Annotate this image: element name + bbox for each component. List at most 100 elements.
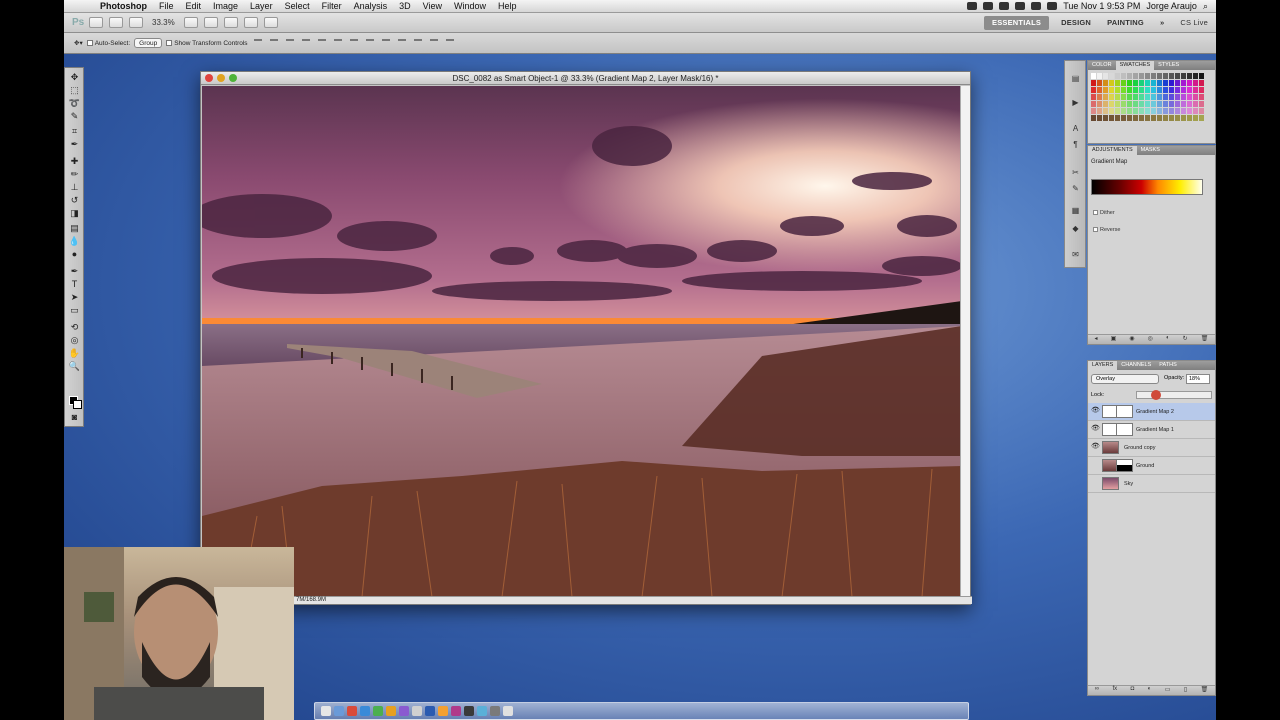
auto-select-dropdown[interactable]: Group xyxy=(134,38,163,48)
swatch-cell[interactable] xyxy=(1163,80,1168,86)
swatch-cell[interactable] xyxy=(1103,101,1108,107)
swatch-cell[interactable] xyxy=(1199,80,1204,86)
crop-tool-icon[interactable]: ⌗ xyxy=(68,126,81,137)
layer-row-ground-copy[interactable]: 👁 Ground copy xyxy=(1088,439,1215,457)
eraser-tool-icon[interactable]: ◨ xyxy=(68,208,81,219)
mail-icon[interactable] xyxy=(347,706,357,716)
swatch-cell[interactable] xyxy=(1199,108,1204,114)
swatch-cell[interactable] xyxy=(1163,101,1168,107)
indesign-icon[interactable] xyxy=(451,706,461,716)
swatch-cell[interactable] xyxy=(1115,87,1120,93)
dashboard-icon[interactable] xyxy=(334,706,344,716)
swatch-cell[interactable] xyxy=(1091,73,1096,79)
swatch-cell[interactable] xyxy=(1181,101,1186,107)
swatch-cell[interactable] xyxy=(1175,73,1180,79)
3d-panel-icon[interactable]: ◆ xyxy=(1069,223,1082,234)
swatch-cell[interactable] xyxy=(1163,73,1168,79)
tab-adjustments[interactable]: ADJUSTMENTS xyxy=(1088,146,1137,155)
swatch-cell[interactable] xyxy=(1133,73,1138,79)
swatch-cell[interactable] xyxy=(1187,115,1192,121)
clip-layer-icon[interactable]: ◉ xyxy=(1129,335,1134,344)
layer-name[interactable]: Gradient Map 2 xyxy=(1136,403,1174,421)
swatch-cell[interactable] xyxy=(1181,115,1186,121)
swatch-cell[interactable] xyxy=(1121,87,1126,93)
swatch-cell[interactable] xyxy=(1169,101,1174,107)
swatch-cell[interactable] xyxy=(1151,94,1156,100)
view-previous-icon[interactable]: ◐ xyxy=(1166,335,1170,344)
swatch-cell[interactable] xyxy=(1193,115,1198,121)
swatch-cell[interactable] xyxy=(1157,94,1162,100)
firefox-icon[interactable] xyxy=(386,706,396,716)
image-canvas[interactable] xyxy=(202,86,962,597)
3d-rotate-tool-icon[interactable]: ⟲ xyxy=(68,322,81,333)
wifi-icon[interactable] xyxy=(1015,2,1026,10)
swatch-cell[interactable] xyxy=(1181,80,1186,86)
swatch-cell[interactable] xyxy=(1169,115,1174,121)
layer-row-ground[interactable]: Ground xyxy=(1088,457,1215,475)
swatch-cell[interactable] xyxy=(1145,94,1150,100)
move-tool-icon[interactable]: ✥ xyxy=(68,72,81,83)
swatch-cell[interactable] xyxy=(1091,94,1096,100)
swatch-cell[interactable] xyxy=(1175,94,1180,100)
volume-icon[interactable] xyxy=(1031,2,1042,10)
swatch-cell[interactable] xyxy=(1133,87,1138,93)
swatch-cell[interactable] xyxy=(1109,80,1114,86)
new-group-icon[interactable]: ▭ xyxy=(1165,686,1171,695)
tab-swatches[interactable]: SWATCHES xyxy=(1115,61,1155,70)
history-panel-icon[interactable]: ▤ xyxy=(1069,73,1082,84)
opacity-slider[interactable] xyxy=(1136,390,1212,400)
quick-select-tool-icon[interactable]: ✎ xyxy=(68,111,81,122)
swatch-cell[interactable] xyxy=(1139,73,1144,79)
swatch-cell[interactable] xyxy=(1127,73,1132,79)
history-brush-tool-icon[interactable]: ↺ xyxy=(68,195,81,206)
swatch-cell[interactable] xyxy=(1187,73,1192,79)
swatch-cell[interactable] xyxy=(1169,108,1174,114)
character-panel-icon[interactable]: A xyxy=(1069,123,1082,134)
swatch-cell[interactable] xyxy=(1127,108,1132,114)
swatch-cell[interactable] xyxy=(1199,73,1204,79)
visibility-eye-icon[interactable]: 👁 xyxy=(1091,425,1100,433)
toggle-visibility-icon[interactable]: ◎ xyxy=(1148,335,1153,344)
return-to-list-icon[interactable]: ◂ xyxy=(1095,335,1098,344)
notes-panel-icon[interactable]: ✉ xyxy=(1069,249,1082,260)
show-transform-checkbox[interactable]: Show Transform Controls xyxy=(166,40,248,47)
swatch-cell[interactable] xyxy=(1091,101,1096,107)
swatch-cell[interactable] xyxy=(1133,80,1138,86)
swatch-cell[interactable] xyxy=(1103,87,1108,93)
swatch-cell[interactable] xyxy=(1193,94,1198,100)
layer-name[interactable]: Sky xyxy=(1124,475,1133,493)
swatch-cell[interactable] xyxy=(1193,73,1198,79)
move-tool-icon[interactable]: ✥▾ xyxy=(74,39,83,47)
swatch-cell[interactable] xyxy=(1133,108,1138,114)
swatch-cell[interactable] xyxy=(1091,115,1096,121)
swatch-cell[interactable] xyxy=(1181,73,1186,79)
swatch-cell[interactable] xyxy=(1157,73,1162,79)
minimize-icon[interactable] xyxy=(217,74,225,82)
align-top-icon[interactable] xyxy=(253,39,262,47)
swatch-cell[interactable] xyxy=(1199,115,1204,121)
swatch-cell[interactable] xyxy=(1127,115,1132,121)
lasso-tool-icon[interactable]: ➰ xyxy=(68,98,81,109)
zoom-level[interactable]: 33.3% xyxy=(152,18,175,27)
swatch-cell[interactable] xyxy=(1151,80,1156,86)
swatch-cell[interactable] xyxy=(1115,101,1120,107)
path-selection-tool-icon[interactable]: ➤ xyxy=(68,292,81,303)
eyedropper-tool-icon[interactable]: ✒ xyxy=(68,139,81,150)
layer-row-gradient-map-1[interactable]: 👁 Gradient Map 1 xyxy=(1088,421,1215,439)
delete-adjustment-icon[interactable]: 🗑 xyxy=(1201,335,1209,344)
more-workspaces-button[interactable]: » xyxy=(1152,18,1172,27)
marquee-tool-icon[interactable]: ⬚ xyxy=(68,85,81,96)
swatch-cell[interactable] xyxy=(1133,101,1138,107)
menu-3d[interactable]: 3D xyxy=(393,1,417,11)
menu-image[interactable]: Image xyxy=(207,1,244,11)
swatch-cell[interactable] xyxy=(1121,94,1126,100)
workspace-design[interactable]: DESIGN xyxy=(1053,18,1099,27)
swatch-cell[interactable] xyxy=(1115,94,1120,100)
mask-thumbnail[interactable] xyxy=(1116,459,1133,472)
camera-icon[interactable] xyxy=(967,2,978,10)
clone-stamp-tool-icon[interactable]: ⊥ xyxy=(68,182,81,193)
rotate-view-button[interactable] xyxy=(223,17,238,28)
layer-name[interactable]: Ground xyxy=(1136,457,1154,475)
swatch-cell[interactable] xyxy=(1139,108,1144,114)
swatch-cell[interactable] xyxy=(1193,87,1198,93)
